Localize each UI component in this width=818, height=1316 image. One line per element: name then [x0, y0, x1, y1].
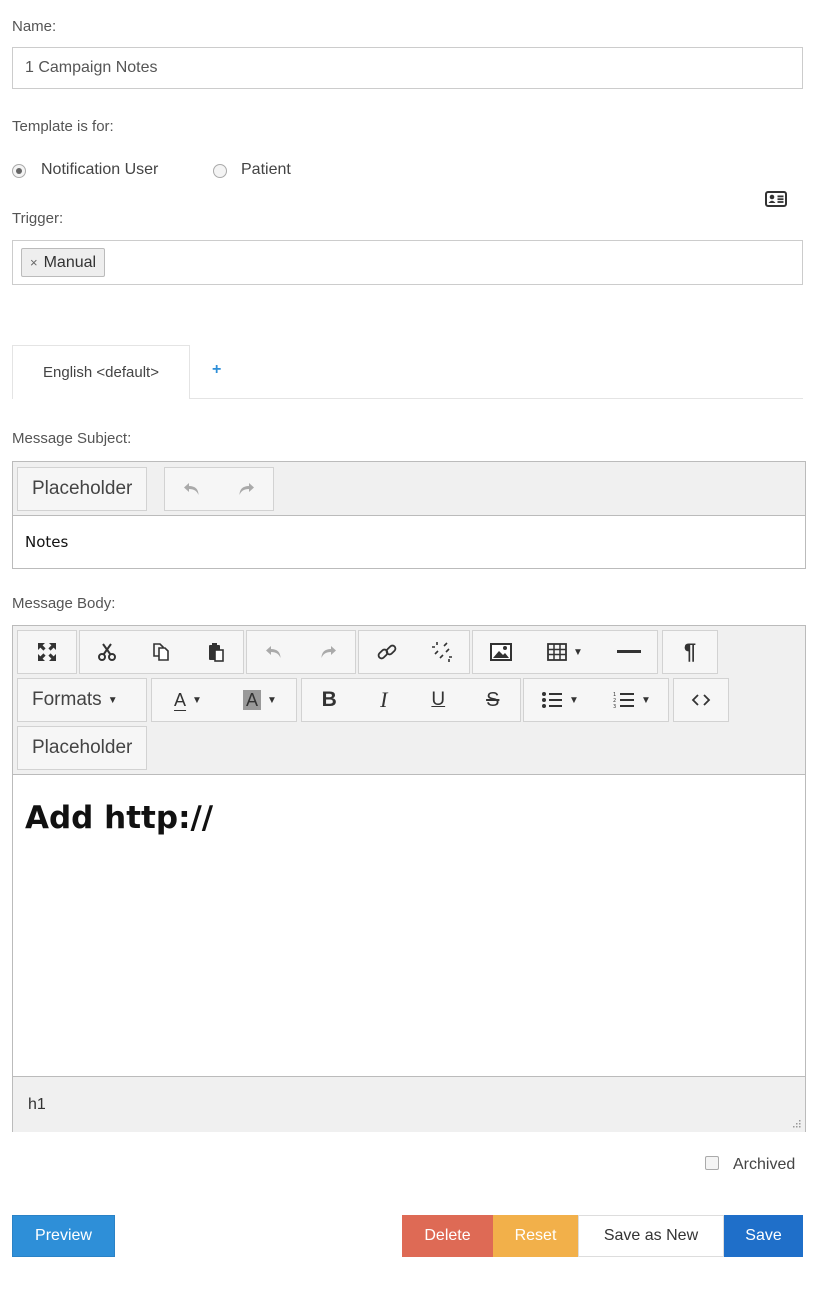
preview-button[interactable]: Preview	[12, 1215, 115, 1257]
subject-history-group	[164, 467, 274, 511]
template-for-label: Template is for:	[12, 118, 114, 135]
numbered-list-chevron-down-icon: ▼	[641, 694, 651, 706]
name-input[interactable]: 1 Campaign Notes	[12, 47, 803, 89]
copy-icon[interactable]	[134, 631, 188, 673]
clipboard-group	[79, 630, 244, 674]
archived-checkbox[interactable]	[705, 1156, 719, 1170]
link-icon[interactable]	[359, 631, 414, 673]
add-language-label: +	[212, 361, 222, 378]
delete-button[interactable]: Delete	[402, 1215, 493, 1257]
background-color-icon: A	[243, 690, 262, 710]
source-code-icon[interactable]	[674, 679, 728, 721]
code-group	[673, 678, 729, 722]
message-body-label: Message Body:	[12, 595, 116, 612]
paragraph-mark-icon[interactable]: ¶	[663, 631, 717, 673]
save-button[interactable]: Save	[724, 1215, 803, 1257]
text-color-button[interactable]: A ▼	[152, 679, 224, 721]
numbered-list-button[interactable]: 123 ▼	[596, 679, 668, 721]
background-color-chevron-down-icon: ▼	[267, 694, 277, 706]
subject-toolbar: Placeholder	[13, 462, 805, 516]
body-redo-icon[interactable]	[301, 631, 355, 673]
save-as-new-button[interactable]: Save as New	[578, 1215, 724, 1257]
radio-patient-label: Patient	[241, 161, 291, 178]
body-editor: ▼ ¶ Formats ▼ A ▼ A ▼ B I U S ▼ 1 2 3 ▼ …	[12, 625, 806, 1132]
image-icon[interactable]	[473, 631, 528, 673]
background-color-button[interactable]: A ▼	[224, 679, 296, 721]
unlink-icon[interactable]	[414, 631, 469, 673]
radio-notification-user[interactable]	[12, 164, 26, 178]
body-placeholder-group: Placeholder	[17, 726, 148, 770]
formats-chevron-down-icon: ▼	[107, 694, 118, 706]
body-statusbar: h1	[13, 1076, 805, 1132]
bold-icon[interactable]: B	[302, 679, 357, 721]
trigger-label: Trigger:	[12, 210, 64, 227]
paste-icon[interactable]	[189, 631, 243, 673]
contact-card-icon[interactable]	[765, 191, 787, 207]
insert-group: ▼	[472, 630, 658, 674]
italic-icon[interactable]: I	[357, 679, 412, 721]
table-dropdown[interactable]: ▼	[528, 631, 601, 673]
tab-english-default[interactable]: English <default>	[12, 345, 190, 399]
add-language-tab[interactable]: +	[212, 361, 221, 379]
text-style-group: B I U S	[301, 678, 521, 722]
table-icon	[547, 643, 567, 661]
subject-redo-icon[interactable]	[219, 468, 273, 510]
subject-editor: Placeholder Notes	[12, 461, 806, 569]
svg-text:3: 3	[613, 704, 616, 709]
strikethrough-icon[interactable]: S	[466, 679, 521, 721]
underline-icon[interactable]: U	[411, 679, 466, 721]
horizontal-rule-icon[interactable]	[602, 631, 657, 673]
color-group: A ▼ A ▼	[151, 678, 297, 722]
body-placeholder-button[interactable]: Placeholder	[18, 727, 146, 769]
name-input-value: 1 Campaign Notes	[25, 59, 158, 76]
trigger-input[interactable]: × Manual	[12, 240, 803, 285]
body-content-heading[interactable]: Add http://	[25, 800, 213, 836]
radio-notification-user-label: Notification User	[41, 161, 159, 178]
visual-chars-group: ¶	[662, 630, 718, 674]
bullet-list-icon	[542, 692, 563, 708]
subject-placeholder-button[interactable]: Placeholder	[18, 468, 146, 510]
subject-placeholder-group: Placeholder	[17, 467, 148, 511]
subject-undo-icon[interactable]	[165, 468, 219, 510]
radio-patient[interactable]	[213, 164, 227, 178]
message-subject-label: Message Subject:	[12, 430, 132, 447]
archived-label: Archived	[733, 1156, 796, 1173]
formats-dropdown[interactable]: Formats ▼	[18, 679, 132, 721]
table-chevron-down-icon: ▼	[573, 646, 583, 658]
tab-english-default-label: English <default>	[43, 364, 159, 381]
resize-handle-icon[interactable]	[791, 1118, 801, 1128]
text-color-icon: A	[174, 689, 187, 710]
trigger-tag-remove-icon[interactable]: ×	[30, 255, 38, 270]
bullet-list-chevron-down-icon: ▼	[569, 694, 579, 706]
body-toolbar: ▼ ¶ Formats ▼ A ▼ A ▼ B I U S ▼ 1 2 3 ▼ …	[13, 626, 805, 775]
fullscreen-group	[17, 630, 77, 674]
fullscreen-icon[interactable]	[18, 631, 76, 673]
reset-button[interactable]: Reset	[493, 1215, 578, 1257]
link-group	[358, 630, 470, 674]
name-label: Name:	[12, 18, 57, 35]
body-history-group	[246, 630, 356, 674]
text-color-chevron-down-icon: ▼	[192, 694, 202, 706]
trigger-tag-label: Manual	[43, 253, 97, 271]
formats-group: Formats ▼	[17, 678, 147, 722]
numbered-list-icon: 123	[613, 692, 635, 709]
cut-icon[interactable]	[80, 631, 134, 673]
element-path: h1	[28, 1096, 46, 1113]
trigger-tag-manual: × Manual	[21, 248, 106, 277]
body-undo-icon[interactable]	[247, 631, 301, 673]
bullet-list-button[interactable]: ▼	[524, 679, 596, 721]
subject-content[interactable]: Notes	[25, 533, 68, 551]
formats-label: Formats	[32, 689, 102, 710]
list-group: ▼ 123 ▼	[523, 678, 669, 722]
